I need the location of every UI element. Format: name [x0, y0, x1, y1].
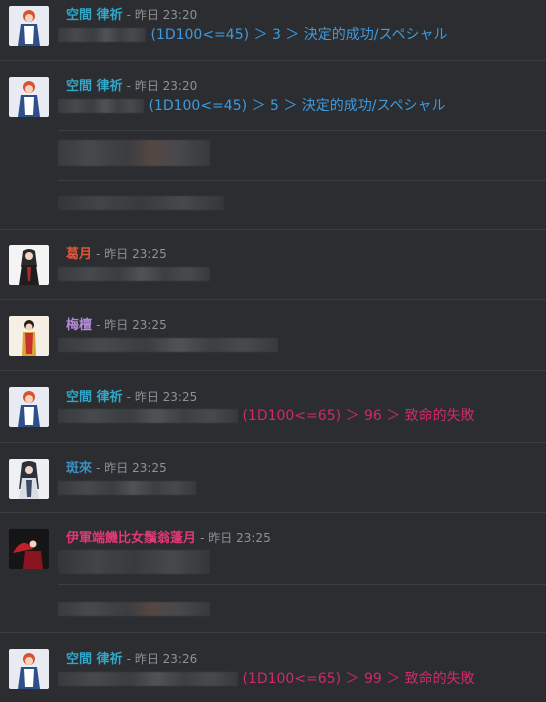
username[interactable]: 葛月 — [66, 247, 92, 262]
message-content: (1D100<=65) ＞ 96 ＞ 致命的失敗 — [58, 408, 475, 424]
message-group: 葛月 - 昨日 23:25 — [0, 230, 546, 300]
message-header: 斑來 - 昨日 23:25 — [66, 460, 167, 477]
username[interactable]: 空間 律祈 — [66, 652, 123, 667]
character-avatar-darkhair-icon — [9, 245, 49, 285]
blurred-text — [58, 481, 196, 495]
message-header: 空間 律祈 - 昨日 23:26 — [66, 651, 197, 668]
message-header: 空間 律祈 - 昨日 23:20 — [66, 78, 197, 95]
avatar[interactable] — [9, 649, 49, 689]
message-group: 空間 律祈 - 昨日 23:20 (1D100<=45) ＞ 3 ＞ 決定的成功… — [0, 0, 546, 61]
message-group: 斑來 - 昨日 23:25 — [0, 443, 546, 513]
blurred-text — [58, 99, 144, 113]
username[interactable]: 空間 律祈 — [66, 79, 123, 94]
timestamp: - 昨日 23:25 — [200, 531, 271, 545]
avatar[interactable] — [9, 459, 49, 499]
blurred-text — [58, 602, 210, 616]
avatar[interactable] — [9, 6, 49, 46]
character-avatar-redhair-icon — [9, 649, 49, 689]
message-content — [58, 337, 278, 353]
timestamp: - 昨日 23:25 — [96, 461, 167, 475]
message-group: 梅檀 - 昨日 23:25 — [0, 300, 546, 371]
timestamp: - 昨日 23:25 — [96, 318, 167, 332]
timestamp: - 昨日 23:20 — [126, 8, 198, 22]
message-header: 葛月 - 昨日 23:25 — [66, 246, 167, 263]
username[interactable]: 梅檀 — [66, 318, 92, 333]
dice-roll-result: (1D100<=65) ＞ 99 ＞ 致命的失敗 — [242, 671, 475, 687]
blurred-text — [58, 672, 238, 686]
avatar[interactable] — [9, 529, 49, 569]
dice-roll-result: (1D100<=45) ＞ 5 ＞ 決定的成功/スペシャル — [148, 98, 446, 114]
avatar[interactable] — [9, 77, 49, 117]
message-header: 空間 律祈 - 昨日 23:20 — [66, 7, 197, 24]
message-header: 伊軍端饑比女鬚翁蓬月 - 昨日 23:25 — [66, 530, 271, 547]
character-avatar-redhair-icon — [9, 6, 49, 46]
dice-roll-result: (1D100<=45) ＞ 3 ＞ 決定的成功/スペシャル — [150, 27, 448, 43]
blurred-text — [58, 550, 210, 574]
blurred-text — [58, 28, 146, 42]
message-content — [58, 480, 196, 496]
blurred-text — [58, 409, 238, 423]
chat-log[interactable]: 空間 律祈 - 昨日 23:20 (1D100<=45) ＞ 3 ＞ 決定的成功… — [0, 0, 546, 702]
avatar[interactable] — [9, 245, 49, 285]
message-group: 空間 律祈 - 昨日 23:25 (1D100<=65) ＞ 96 ＞ 致命的失… — [0, 371, 546, 443]
character-avatar-redhair-icon — [9, 77, 49, 117]
username[interactable]: 空間 律祈 — [66, 390, 123, 405]
timestamp: - 昨日 23:25 — [96, 247, 167, 261]
dice-roll-result: (1D100<=65) ＞ 96 ＞ 致命的失敗 — [242, 408, 475, 424]
username[interactable]: 空間 律祈 — [66, 8, 123, 23]
blurred-text — [58, 140, 210, 166]
username[interactable]: 伊軍端饑比女鬚翁蓬月 — [66, 531, 196, 546]
message-header: 空間 律祈 - 昨日 23:25 — [66, 389, 197, 406]
timestamp: - 昨日 23:26 — [126, 652, 198, 666]
divider — [58, 584, 546, 585]
character-avatar-redfan-icon — [9, 529, 49, 569]
message-content: (1D100<=65) ＞ 99 ＞ 致命的失敗 — [58, 671, 475, 687]
blurred-text — [58, 196, 224, 210]
avatar[interactable] — [9, 316, 49, 356]
divider — [58, 130, 546, 131]
timestamp: - 昨日 23:25 — [126, 390, 198, 404]
blurred-text — [58, 267, 210, 281]
message-group: 空間 律祈 - 昨日 23:20 (1D100<=45) ＞ 5 ＞ 決定的成功… — [0, 61, 546, 230]
message-content: (1D100<=45) ＞ 3 ＞ 決定的成功/スペシャル — [58, 27, 448, 43]
message-group: 伊軍端饑比女鬚翁蓬月 - 昨日 23:25 — [0, 513, 546, 633]
message-content — [58, 140, 210, 166]
message-content — [58, 601, 210, 617]
character-avatar-redhair-icon — [9, 387, 49, 427]
message-group: 空間 律祈 - 昨日 23:26 (1D100<=65) ＞ 99 ＞ 致命的失… — [0, 633, 546, 702]
message-content — [58, 266, 210, 282]
avatar[interactable] — [9, 387, 49, 427]
message-content — [58, 550, 210, 574]
message-content — [58, 195, 224, 211]
message-content: (1D100<=45) ＞ 5 ＞ 決定的成功/スペシャル — [58, 98, 446, 114]
timestamp: - 昨日 23:20 — [126, 79, 198, 93]
blurred-text — [58, 338, 278, 352]
message-header: 梅檀 - 昨日 23:25 — [66, 317, 167, 334]
character-avatar-longhair-icon — [9, 459, 49, 499]
username[interactable]: 斑來 — [66, 461, 92, 476]
divider — [58, 180, 546, 181]
character-avatar-kimono-icon — [9, 316, 49, 356]
